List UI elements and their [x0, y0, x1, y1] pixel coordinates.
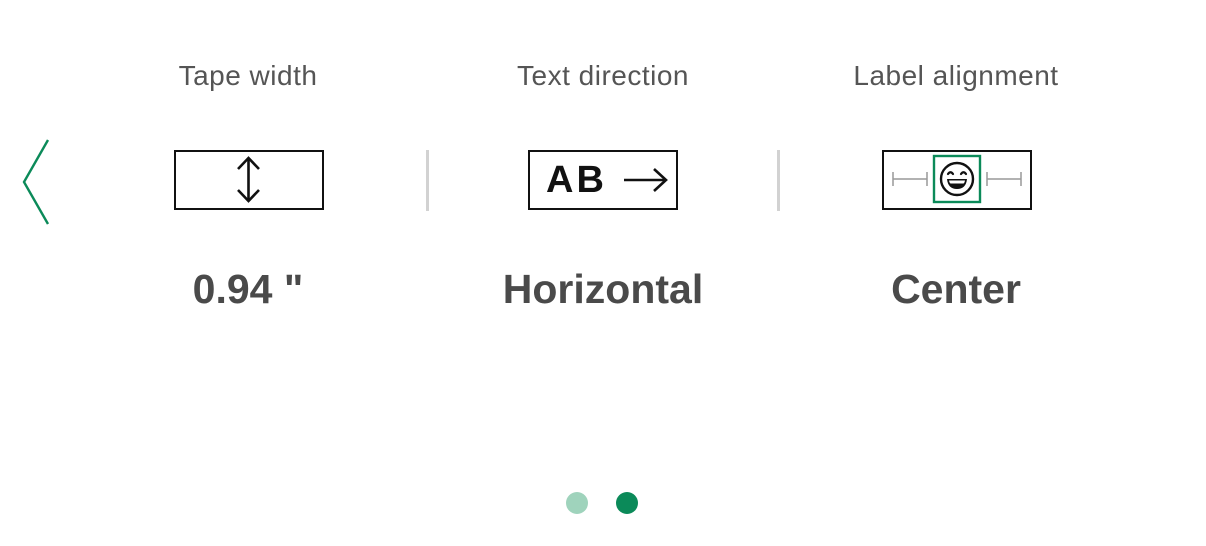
page-indicator — [566, 492, 646, 516]
text-horizontal-icon: AB — [528, 150, 678, 210]
chevron-left-icon — [22, 139, 50, 225]
label-settings-panel: Tape width 0.94 " Text direction AB Hori… — [0, 0, 1206, 546]
column-divider — [426, 150, 429, 211]
label-alignment-title: Label alignment — [853, 60, 1059, 91]
back-button[interactable] — [14, 132, 58, 232]
label-alignment-setting[interactable]: Label alignment Center — [806, 0, 1106, 330]
align-center-smiley-icon — [882, 150, 1032, 210]
text-direction-icon-text: AB — [546, 159, 607, 201]
text-direction-title: Text direction — [517, 60, 689, 91]
tape-width-value: 0.94 " — [192, 266, 304, 312]
label-alignment-value: Center — [891, 266, 1021, 312]
tape-width-icon-box — [174, 150, 324, 210]
tape-width-title: Tape width — [178, 60, 318, 91]
tape-width-setting[interactable]: Tape width 0.94 " — [98, 0, 398, 330]
page-dot-2[interactable] — [616, 492, 638, 514]
alignment-diagram-icon — [892, 154, 1022, 204]
arrow-right-icon — [624, 168, 668, 192]
text-direction-setting[interactable]: Text direction AB Horizontal — [453, 0, 753, 330]
column-divider — [777, 150, 780, 211]
vertical-double-arrow-icon — [237, 156, 260, 203]
page-dot-1[interactable] — [566, 492, 588, 514]
text-direction-value: Horizontal — [502, 266, 704, 312]
